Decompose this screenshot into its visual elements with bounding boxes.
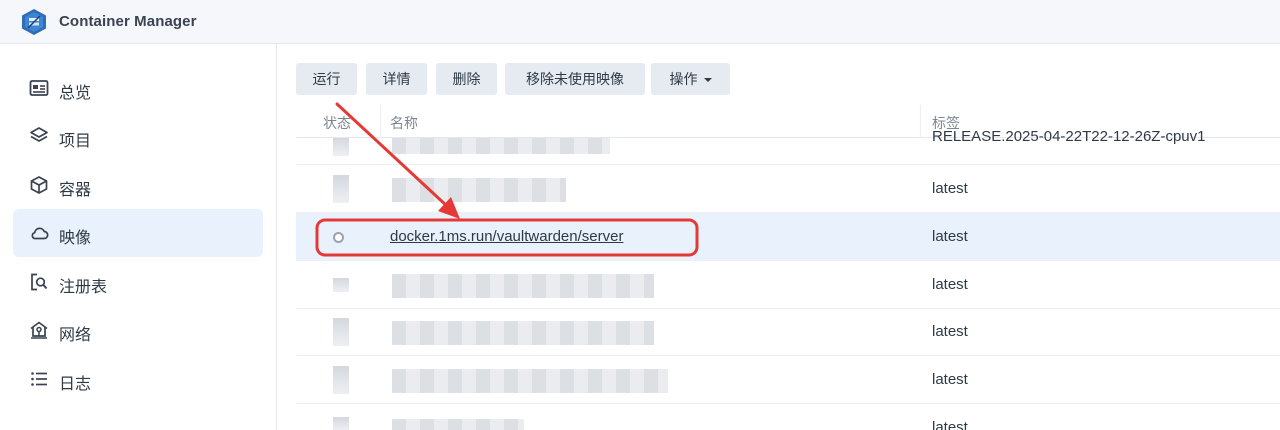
table-row[interactable]: latest [296, 261, 1280, 309]
status-indicator-redacted [333, 278, 349, 292]
status-indicator-redacted [333, 318, 349, 346]
details-button[interactable]: 详情 [366, 63, 427, 95]
sidebar-item-registry[interactable]: 注册表 [13, 258, 263, 306]
main-panel: 运行 详情 删除 移除未使用映像 操作 状态 名称 标签 RELEASE.202… [278, 44, 1280, 430]
sidebar-item-label: 日志 [59, 374, 92, 393]
image-name-redacted [392, 274, 654, 298]
home-network-icon [30, 321, 48, 339]
sidebar-item-logs[interactable]: 日志 [13, 355, 263, 403]
remove-unused-images-button[interactable]: 移除未使用映像 [505, 63, 645, 95]
sidebar-item-label: 映像 [59, 228, 92, 247]
image-tag: latest [932, 228, 968, 245]
sidebar: 总览 项目 容器 映像 注册表 网络 日志 [0, 44, 277, 430]
image-name-redacted [392, 138, 610, 154]
run-button[interactable]: 运行 [296, 63, 357, 95]
table-row[interactable]: latest [296, 403, 1280, 430]
layers-icon [30, 127, 48, 142]
image-name-redacted [392, 321, 654, 345]
sidebar-item-label: 注册表 [59, 277, 108, 296]
list-icon [31, 372, 47, 386]
sidebar-item-overview[interactable]: 总览 [13, 64, 263, 112]
actions-label: 操作 [669, 72, 698, 88]
image-tag: latest [932, 323, 968, 340]
cloud-icon [31, 227, 49, 240]
cube-icon [30, 176, 48, 194]
sidebar-item-network[interactable]: 网络 [13, 306, 263, 354]
status-indicator-redacted [333, 417, 349, 430]
registry-search-icon [31, 273, 48, 291]
actions-dropdown-button[interactable]: 操作 [651, 63, 730, 95]
sidebar-item-label: 容器 [59, 180, 92, 199]
sidebar-item-containers[interactable]: 容器 [13, 161, 263, 209]
app-title: Container Manager [59, 13, 197, 30]
status-indicator-redacted [333, 175, 349, 203]
sidebar-item-label: 总览 [59, 83, 92, 102]
title-bar: Container Manager [0, 0, 1280, 44]
caret-down-icon [703, 78, 712, 82]
table-row[interactable]: latest [296, 356, 1280, 404]
image-tag: latest [932, 419, 968, 430]
image-name-redacted [392, 178, 566, 202]
image-name-link[interactable]: docker.1ms.run/vaultwarden/server [390, 228, 623, 245]
image-tag: latest [932, 276, 968, 293]
overview-card-icon [29, 80, 49, 96]
image-tag: RELEASE.2025-04-22T22-12-26Z-cpuv1 [932, 128, 1206, 145]
image-tag: latest [932, 371, 968, 388]
sidebar-item-images[interactable]: 映像 [13, 209, 263, 257]
sidebar-item-label: 项目 [59, 131, 92, 150]
sidebar-item-projects[interactable]: 项目 [13, 112, 263, 160]
image-tag: latest [932, 180, 968, 197]
table-row[interactable]: RELEASE.2025-04-22T22-12-26Z-cpuv1 [296, 128, 1280, 165]
status-stopped-icon [333, 232, 344, 243]
sidebar-item-label: 网络 [59, 325, 92, 344]
table-row[interactable]: latest [296, 165, 1280, 213]
table-row[interactable]: latest [296, 308, 1280, 356]
table-row-selected[interactable]: docker.1ms.run/vaultwarden/server latest [296, 213, 1280, 261]
delete-button[interactable]: 删除 [436, 63, 497, 95]
image-name-redacted [392, 419, 524, 430]
app-logo-icon [22, 9, 46, 35]
status-indicator-redacted [333, 138, 349, 156]
status-indicator-redacted [333, 366, 349, 394]
image-name-redacted [392, 369, 668, 393]
